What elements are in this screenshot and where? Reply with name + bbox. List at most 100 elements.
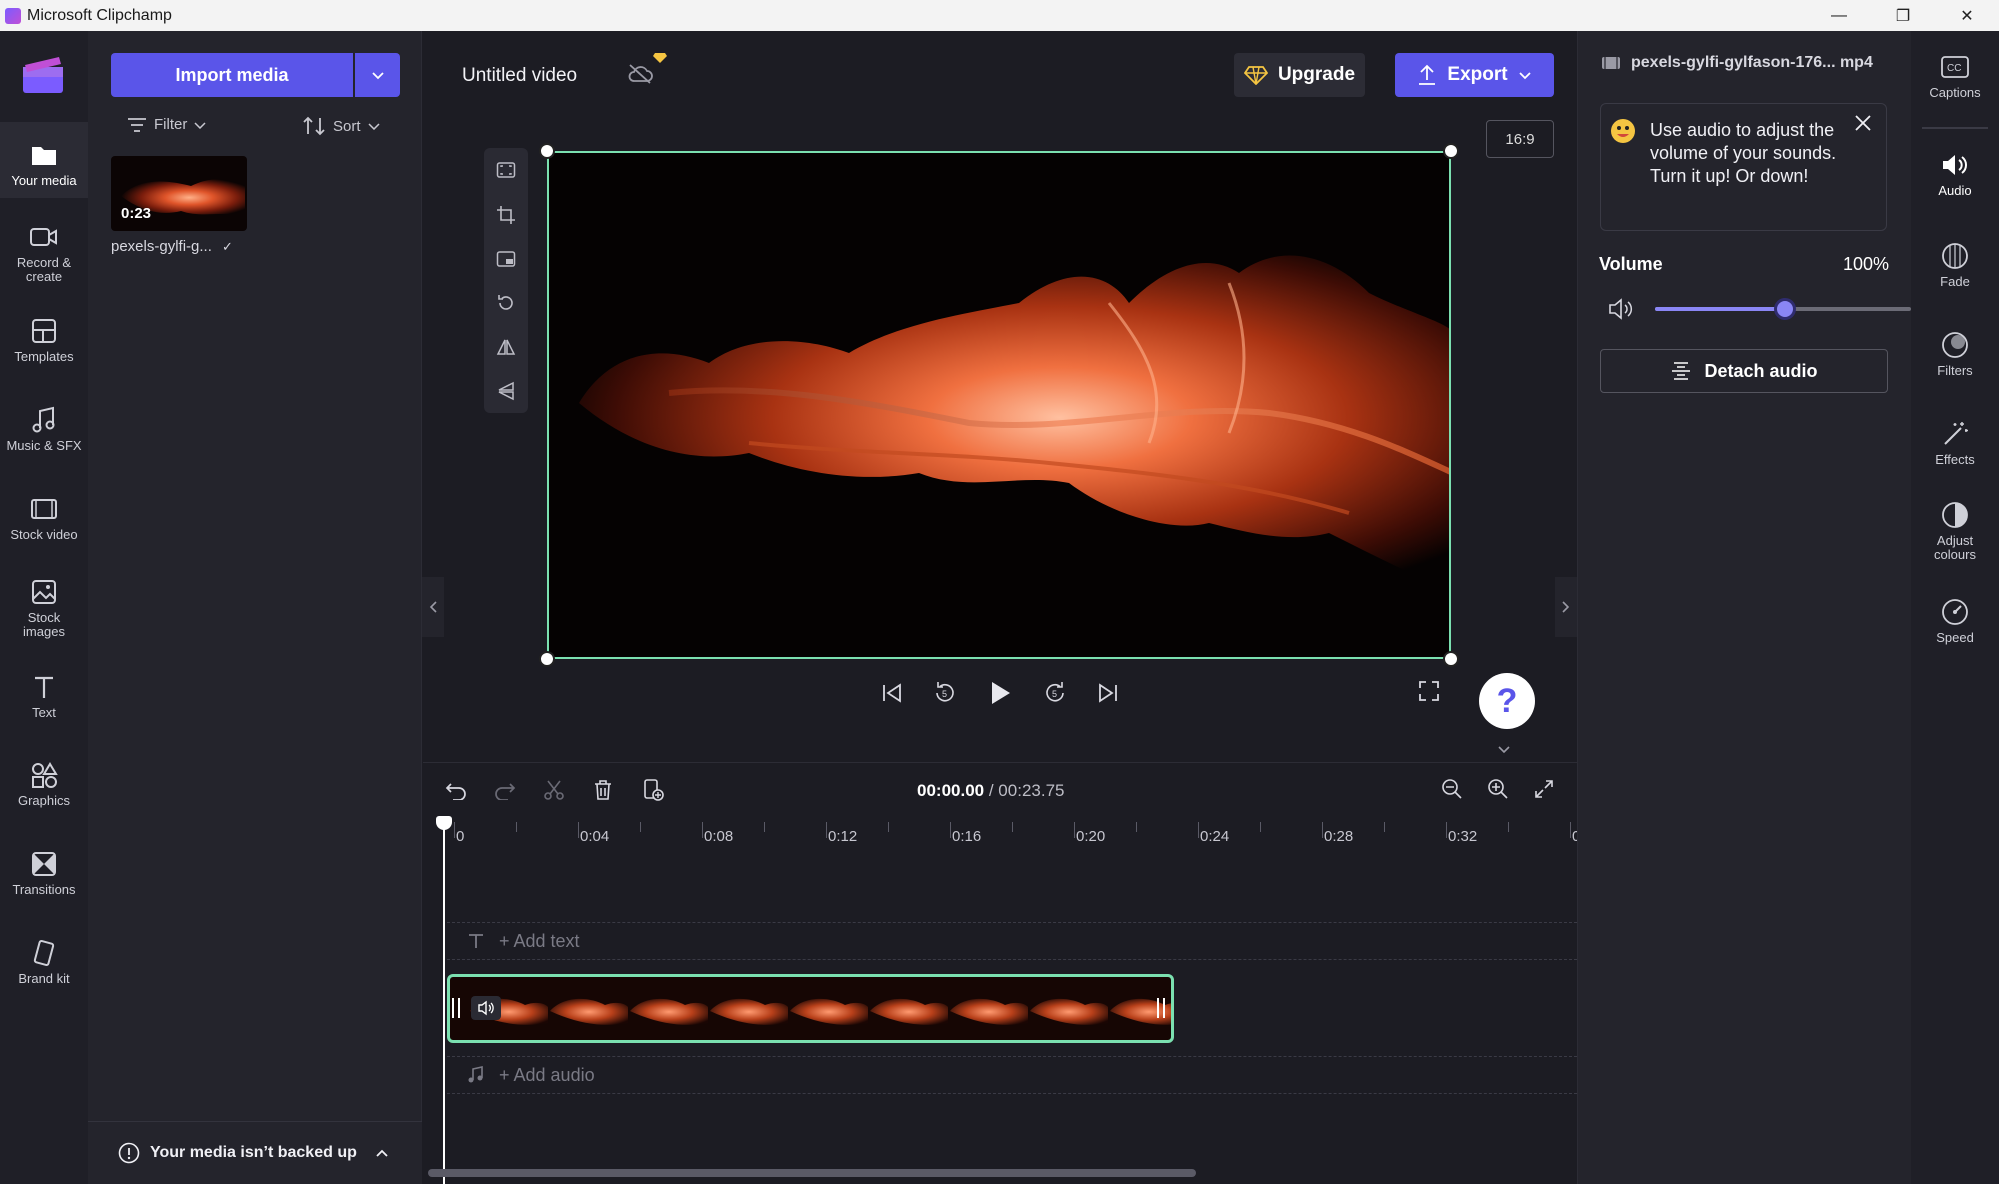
redo-icon[interactable] [494, 780, 516, 800]
ruler-label: 0 [456, 828, 465, 845]
media-item-name[interactable]: pexels-gylfi-g... ✓ [111, 238, 233, 255]
audio-track[interactable]: + Add audio [447, 1056, 1577, 1094]
project-title[interactable]: Untitled video [462, 65, 577, 87]
split-scissors-icon[interactable] [543, 779, 565, 801]
import-media-dropdown-button[interactable] [355, 53, 400, 97]
resize-handle-bottom-right[interactable] [1443, 651, 1459, 667]
restore-button[interactable]: ❐ [1871, 0, 1935, 31]
film-icon [30, 494, 58, 524]
minimize-button[interactable]: — [1807, 0, 1871, 31]
undo-icon[interactable] [445, 780, 467, 800]
timeline-scrollbar[interactable] [428, 1169, 1196, 1177]
clip-frame [790, 998, 868, 1025]
rail-item-stock-images[interactable]: Stock images [0, 577, 88, 653]
rail-divider [1922, 127, 1988, 129]
upgrade-button[interactable]: Upgrade [1234, 53, 1365, 97]
timeline-ruler[interactable]: 00:040:080:120:160:200:240:280:320: [446, 822, 1633, 850]
forward-5-icon[interactable]: 5 [1042, 680, 1068, 706]
flip-horizontal-icon[interactable] [496, 337, 516, 357]
collapse-left-panel-button[interactable] [422, 577, 444, 637]
pip-icon[interactable] [496, 249, 516, 269]
add-to-timeline-icon[interactable] [641, 778, 665, 802]
clip-trim-handle-left[interactable] [452, 998, 460, 1018]
speaker-icon[interactable] [1608, 298, 1634, 320]
text-track[interactable]: + Add text [447, 922, 1577, 960]
detach-audio-label: Detach audio [1704, 360, 1818, 381]
zoom-in-icon[interactable] [1487, 778, 1509, 800]
rotate-icon[interactable] [496, 293, 516, 313]
detach-audio-button[interactable]: Detach audio [1600, 349, 1888, 393]
rail-label: Graphics [17, 793, 71, 808]
help-button[interactable]: ? [1479, 673, 1535, 729]
cloud-sync-off-icon[interactable] [627, 63, 653, 85]
resize-handle-bottom-left[interactable] [539, 651, 555, 667]
crop-icon[interactable] [496, 205, 516, 225]
rail-item-effects[interactable]: Effects [1911, 419, 1999, 467]
rail-label: Stock video [10, 527, 78, 542]
rail-item-speed[interactable]: Speed [1911, 597, 1999, 645]
rail-item-music-sfx[interactable]: Music & SFX [0, 405, 88, 481]
playhead[interactable] [443, 818, 445, 1184]
import-media-button[interactable]: Import media [111, 53, 353, 97]
rail-item-brand-kit[interactable]: Brand kit [0, 938, 88, 1014]
clip-trim-handle-right[interactable] [1157, 998, 1165, 1018]
rail-item-transitions[interactable]: Transitions [0, 849, 88, 925]
fit-timeline-icon[interactable] [1533, 778, 1555, 800]
fit-icon[interactable] [496, 160, 516, 180]
rail-item-templates[interactable]: Templates [0, 316, 88, 392]
filter-button[interactable]: Filter [127, 116, 206, 133]
export-button[interactable]: Export [1395, 53, 1554, 97]
rail-item-captions[interactable]: CC Captions [1911, 52, 1999, 100]
preview-toolbar [484, 148, 528, 413]
svg-text:5: 5 [942, 689, 947, 699]
rail-item-text[interactable]: Text [0, 672, 88, 748]
collapse-right-panel-button[interactable] [1555, 577, 1577, 637]
media-duration: 0:23 [121, 205, 152, 222]
rail-item-adjust-colours[interactable]: Adjust colours [1911, 500, 1999, 562]
sort-button[interactable]: Sort [302, 116, 380, 136]
rail-item-filters[interactable]: Filters [1911, 330, 1999, 378]
speed-icon [1941, 597, 1969, 627]
rail-label: Stock images [23, 610, 65, 639]
backup-warning-bar[interactable]: Your media isn’t backed up [88, 1121, 422, 1184]
close-window-button[interactable]: ✕ [1935, 0, 1999, 31]
brand-icon [31, 938, 57, 968]
clip-frame [1030, 998, 1108, 1025]
rail-item-audio[interactable]: Audio [1911, 150, 1999, 198]
volume-slider-thumb[interactable] [1774, 298, 1796, 320]
play-icon[interactable] [986, 679, 1014, 707]
captions-icon: CC [1940, 52, 1970, 82]
collapse-preview-chevron-icon[interactable] [1497, 744, 1511, 754]
skip-to-end-icon[interactable] [1096, 682, 1120, 704]
rail-item-record-create[interactable]: Record & create [0, 222, 88, 298]
chevron-up-icon [376, 1149, 388, 1157]
resize-handle-top-left[interactable] [539, 143, 555, 159]
resize-handle-top-right[interactable] [1443, 143, 1459, 159]
video-preview[interactable] [547, 151, 1451, 659]
effects-icon [1941, 419, 1969, 449]
add-text-label: + Add text [499, 930, 580, 951]
flip-vertical-icon[interactable] [496, 381, 516, 401]
video-clip[interactable] [447, 974, 1174, 1043]
aspect-ratio-button[interactable]: 16:9 [1486, 120, 1554, 158]
fullscreen-icon[interactable] [1417, 679, 1441, 703]
rail-item-graphics[interactable]: Graphics [0, 760, 88, 836]
skip-to-start-icon[interactable] [880, 682, 904, 704]
zoom-controls [1441, 778, 1555, 800]
clip-frame [710, 998, 788, 1025]
detach-icon [1672, 362, 1691, 380]
clip-frame [630, 998, 708, 1025]
info-icon [118, 1142, 140, 1164]
clip-mute-button[interactable] [471, 996, 501, 1020]
clipchamp-logo [21, 53, 65, 97]
speaker-icon [478, 1000, 494, 1016]
rail-item-your-media[interactable]: Your media [0, 122, 88, 198]
rail-label: Audio [1938, 183, 1972, 198]
rewind-5-icon[interactable]: 5 [932, 680, 958, 706]
delete-icon[interactable] [592, 779, 614, 801]
rail-item-stock-video[interactable]: Stock video [0, 494, 88, 570]
zoom-out-icon[interactable] [1441, 778, 1463, 800]
close-tip-icon[interactable] [1854, 114, 1872, 132]
current-time: 00:00.00 [917, 781, 985, 800]
rail-item-fade[interactable]: Fade [1911, 241, 1999, 289]
